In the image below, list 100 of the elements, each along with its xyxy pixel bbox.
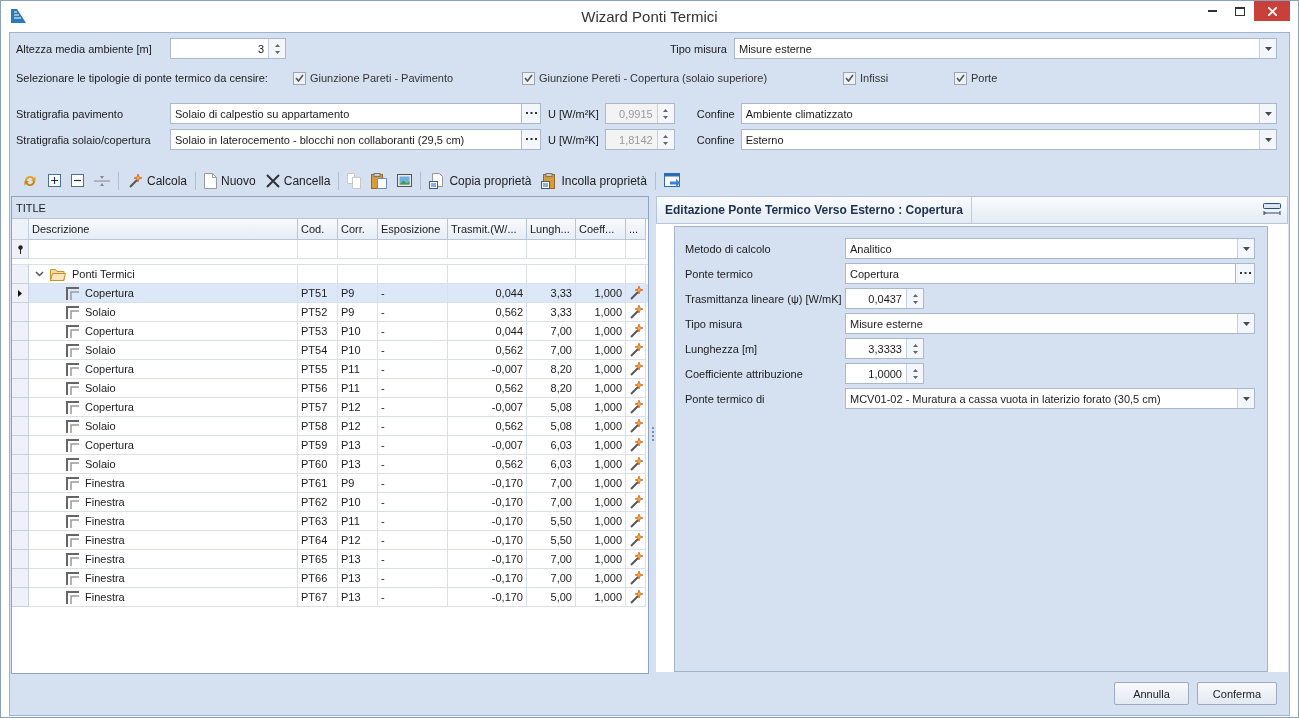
corner-icon bbox=[66, 381, 79, 395]
table-row[interactable]: Finestra PT66 P13 - -0,170 7,00 1,000 bbox=[12, 569, 648, 588]
expand-icon[interactable] bbox=[48, 174, 61, 187]
row-header bbox=[12, 588, 29, 607]
table-row[interactable]: Copertura PT57 P12 - -0,007 5,08 1,000 bbox=[12, 398, 648, 417]
checkbox[interactable]: Porte bbox=[954, 71, 1034, 85]
table-row[interactable]: Finestra PT67 P13 - -0,170 5,00 1,000 bbox=[12, 588, 648, 607]
dropdown[interactable]: MCV01-02 - Muratura a cassa vuota in laterizio forato (30,5 cm) bbox=[845, 388, 1255, 409]
corner-icon bbox=[66, 495, 79, 509]
table-cell: - bbox=[381, 496, 385, 508]
filter-cell[interactable] bbox=[626, 240, 646, 259]
table-row[interactable]: Finestra PT64 P12 - -0,170 5,50 1,000 bbox=[12, 531, 648, 550]
text-field[interactable]: Copertura bbox=[845, 263, 1236, 284]
number-field[interactable]: 1,0000 bbox=[845, 363, 924, 384]
chevron-icon[interactable] bbox=[35, 271, 44, 277]
table-row[interactable]: Solaio PT52 P9 - 0,562 3,33 1,000 bbox=[12, 303, 648, 322]
dropdown[interactable]: Misure esterne bbox=[845, 313, 1255, 334]
paste-properties-button[interactable]: Incolla proprietà bbox=[536, 169, 652, 192]
dropdown[interactable]: Esterno bbox=[740, 129, 1277, 150]
filter-cell[interactable] bbox=[338, 240, 378, 259]
collapse-icon[interactable] bbox=[71, 174, 84, 187]
column-header[interactable]: Coeff... bbox=[576, 219, 626, 240]
table-row[interactable]: Solaio PT60 P13 - 0,562 6,03 1,000 bbox=[12, 455, 648, 474]
table-cell: PT65 bbox=[301, 553, 328, 565]
row-header bbox=[12, 398, 29, 417]
table-row[interactable]: Copertura PT55 P11 - -0,007 8,20 1,000 bbox=[12, 360, 648, 379]
confirm-button[interactable]: Conferma bbox=[1197, 682, 1277, 705]
table-row[interactable]: Finestra PT61 P9 - -0,170 7,00 1,000 bbox=[12, 474, 648, 493]
close-button[interactable] bbox=[1254, 1, 1290, 21]
filter-cell[interactable] bbox=[298, 240, 338, 259]
column-header[interactable]: Corr. bbox=[338, 219, 378, 240]
table-cell: 1,000 bbox=[594, 572, 622, 584]
close-icon bbox=[1267, 6, 1277, 16]
checkbox[interactable]: Infissi bbox=[843, 71, 954, 85]
checkbox[interactable]: Giunzione Pareti - Pavimento bbox=[293, 71, 522, 85]
table-cell: 8,20 bbox=[550, 363, 572, 375]
table-cell: 7,00 bbox=[550, 572, 572, 584]
table-row[interactable]: Finestra PT62 P10 - -0,170 7,00 1,000 bbox=[12, 493, 648, 512]
image-icon[interactable] bbox=[397, 174, 413, 187]
number-field[interactable]: 0,0437 bbox=[845, 288, 924, 309]
corner-icon bbox=[66, 533, 79, 547]
table-cell: Copertura bbox=[85, 439, 134, 451]
dropdown[interactable]: Analitico bbox=[845, 238, 1255, 259]
table-cell: P11 bbox=[341, 382, 360, 394]
row-header bbox=[12, 379, 29, 398]
filter-cell[interactable] bbox=[29, 240, 298, 259]
delete-button[interactable]: Cancella bbox=[260, 169, 336, 192]
table-row[interactable]: Finestra PT63 P11 - -0,170 5,50 1,000 bbox=[12, 512, 648, 531]
column-header[interactable]: ... bbox=[626, 219, 646, 240]
table-cell: P13 bbox=[341, 439, 361, 451]
pin-icon[interactable] bbox=[17, 244, 23, 254]
column-header[interactable]: Lungh... bbox=[527, 219, 576, 240]
table-cell: 0,562 bbox=[495, 458, 523, 470]
copy-properties-button[interactable]: Copia proprietà bbox=[424, 169, 537, 192]
table-cell: Finestra bbox=[85, 534, 125, 546]
filter-cell[interactable] bbox=[576, 240, 626, 259]
browse-button[interactable] bbox=[522, 103, 541, 124]
table-cell: 1,000 bbox=[594, 477, 622, 489]
text-field[interactable]: Solaio in laterocemento - blocchi non collaboranti (29,5 cm) bbox=[170, 129, 522, 150]
calculate-button[interactable]: Calcola bbox=[122, 169, 193, 192]
table-row[interactable]: Solaio PT54 P10 - 0,562 7,00 1,000 bbox=[12, 341, 648, 360]
browse-button[interactable] bbox=[1236, 263, 1255, 284]
field-label: Tipo misura bbox=[685, 316, 744, 332]
filter-cell[interactable] bbox=[527, 240, 576, 259]
table-row[interactable]: Solaio PT56 P11 - 0,562 8,20 1,000 bbox=[12, 379, 648, 398]
paste-icon[interactable] bbox=[371, 172, 388, 189]
table-cell: 7,00 bbox=[550, 344, 572, 356]
column-header[interactable]: Descrizione bbox=[29, 219, 298, 240]
column-header[interactable]: Cod. bbox=[298, 219, 338, 240]
corner-icon bbox=[66, 362, 79, 376]
table-cell: - bbox=[381, 401, 385, 413]
number-field[interactable]: 3,3333 bbox=[845, 338, 924, 359]
filter-cell[interactable] bbox=[448, 240, 527, 259]
checkbox[interactable]: Giunzione Pereti - Copertura (solaio superiore) bbox=[522, 71, 843, 85]
column-header[interactable]: Trasmit.(W/... bbox=[448, 219, 527, 240]
export-icon[interactable] bbox=[663, 173, 682, 188]
text-field[interactable]: Solaio di calpestio su appartamento bbox=[170, 103, 522, 124]
table-row[interactable]: Copertura PT51 P9 - 0,044 3,33 1,000 bbox=[12, 284, 648, 303]
tree-node[interactable]: Ponti Termici bbox=[72, 268, 135, 280]
dropdown[interactable]: Ambiente climatizzato bbox=[740, 103, 1277, 124]
table-cell: 1,000 bbox=[594, 515, 622, 527]
table-row[interactable]: Copertura PT59 P13 - -0,007 6,03 1,000 bbox=[12, 436, 648, 455]
field-label: Lunghezza [m] bbox=[685, 341, 759, 357]
cancel-button[interactable]: Annulla bbox=[1114, 682, 1189, 705]
table-row[interactable]: Finestra PT65 P13 - -0,170 7,00 1,000 bbox=[12, 550, 648, 569]
table-row[interactable]: Solaio PT58 P12 - 0,562 5,08 1,000 bbox=[12, 417, 648, 436]
table-row[interactable]: Copertura PT53 P10 - 0,044 7,00 1,000 bbox=[12, 322, 648, 341]
dropdown[interactable]: Misure esterne bbox=[734, 38, 1277, 59]
column-header[interactable]: Esposizione bbox=[378, 219, 448, 240]
layout-icon[interactable] bbox=[1263, 203, 1281, 217]
corner-icon bbox=[66, 590, 79, 604]
splitter-handle[interactable] bbox=[651, 427, 654, 441]
number-field[interactable]: 3 bbox=[170, 38, 286, 59]
row-header bbox=[12, 341, 29, 360]
table-cell: 0,562 bbox=[495, 382, 523, 394]
table-cell: -0,170 bbox=[491, 477, 523, 489]
new-button[interactable]: Nuovo bbox=[199, 169, 261, 192]
corner-icon bbox=[66, 400, 79, 414]
filter-cell[interactable] bbox=[378, 240, 448, 259]
browse-button[interactable] bbox=[522, 129, 541, 150]
